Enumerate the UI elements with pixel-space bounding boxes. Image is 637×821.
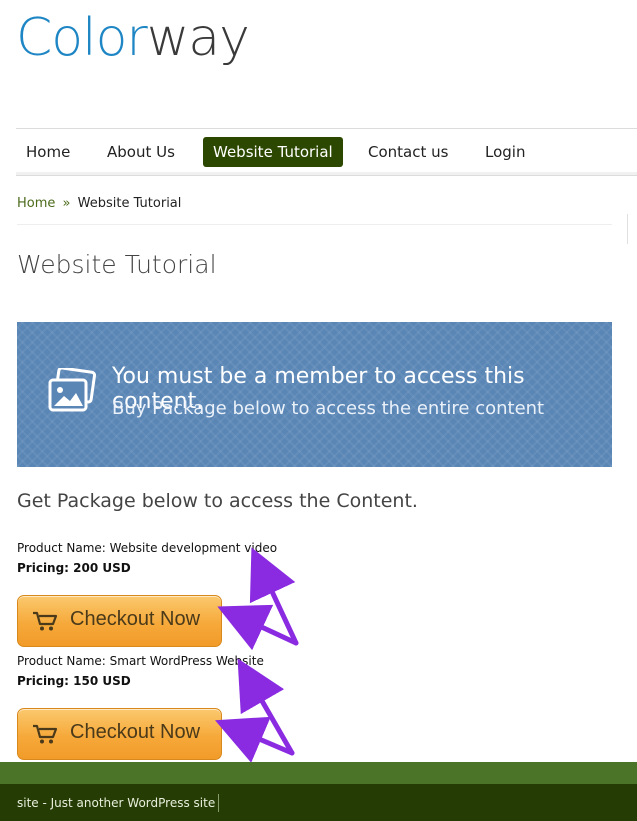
section-heading: Get Package below to access the Content. (17, 490, 418, 512)
checkout-button-label: Checkout Now (70, 721, 201, 743)
divider (627, 214, 628, 244)
site-logo[interactable]: Colorway (16, 12, 250, 64)
footer-site-tagline: site - Just another WordPress site (17, 796, 216, 810)
logo-part-way: way (146, 8, 250, 68)
cart-icon (33, 724, 58, 744)
product-info: Product Name: Smart WordPress Website Pr… (17, 654, 264, 688)
checkout-now-button[interactable]: Checkout Now (17, 708, 222, 760)
footer-band (0, 762, 637, 784)
main-nav: Home About Us Website Tutorial Contact u… (16, 128, 637, 176)
nav-item-about-us[interactable]: About Us (97, 137, 185, 167)
footer: site - Just another WordPress site (0, 784, 637, 821)
checkout-button-label: Checkout Now (70, 608, 201, 630)
product-pricing: Pricing: 200 USD (17, 561, 131, 575)
breadcrumb-separator: » (62, 196, 71, 211)
divider (17, 224, 612, 225)
product-name: Product Name: Website development video (17, 541, 278, 555)
nav-item-contact-us[interactable]: Contact us (358, 137, 458, 167)
breadcrumb-current: Website Tutorial (77, 196, 182, 211)
product-info: Product Name: Website development video … (17, 541, 277, 575)
product-pricing: Pricing: 150 USD (17, 674, 131, 688)
logo-part-color: Color (16, 8, 148, 68)
image-gallery-icon (48, 368, 97, 412)
product-name: Product Name: Smart WordPress Website (17, 654, 264, 668)
arrow-icon (214, 716, 295, 763)
arrow-icon (237, 658, 295, 756)
nav-item-home[interactable]: Home (16, 137, 80, 167)
breadcrumb-home-link[interactable]: Home (17, 196, 55, 211)
banner-subline: Buy Package below to access the entire c… (112, 398, 545, 419)
checkout-now-button[interactable]: Checkout Now (17, 595, 222, 647)
nav-item-website-tutorial[interactable]: Website Tutorial (203, 137, 343, 167)
nav-item-login[interactable]: Login (475, 137, 535, 167)
arrow-icon (217, 604, 299, 651)
breadcrumb: Home » Website Tutorial (17, 196, 181, 211)
cart-icon (33, 611, 58, 631)
page-title: Website Tutorial (17, 250, 217, 279)
divider (218, 794, 219, 812)
members-only-banner: You must be a member to access this cont… (17, 322, 612, 467)
arrow-icon (249, 547, 299, 646)
